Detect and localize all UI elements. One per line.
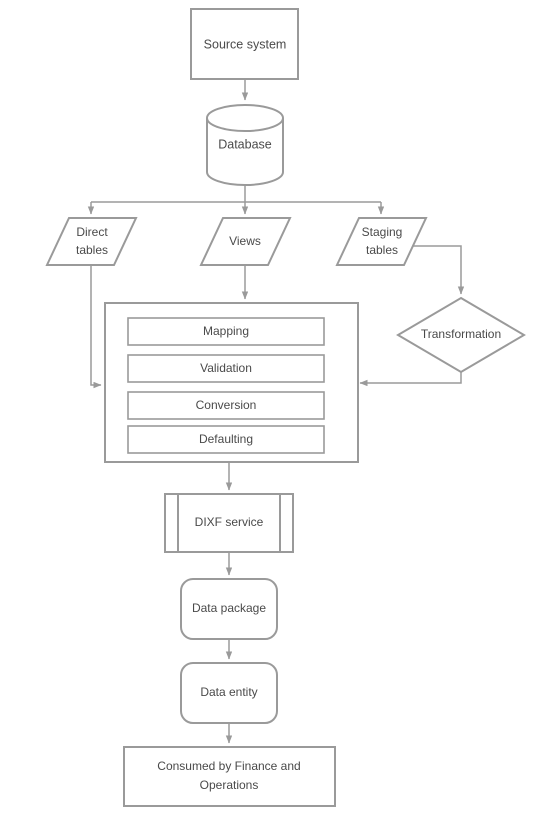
node-transformation[interactable]: Transformation	[396, 296, 526, 374]
process-step-validation[interactable]: Validation	[127, 354, 325, 383]
direct-tables-label-line2: tables	[76, 243, 108, 257]
process-step-conversion[interactable]: Conversion	[127, 391, 325, 420]
node-process-group[interactable]: Mapping Validation Conversion Defaulting	[104, 302, 359, 463]
flowchart-canvas: Source system Database Direct tables Vie…	[45, 8, 526, 807]
source-system-label: Source system	[204, 37, 287, 51]
connector-staging-tables-to-transformation	[412, 245, 465, 295]
node-dixf-service[interactable]: DIXF service	[164, 493, 294, 553]
connector-transformation-to-process	[359, 372, 462, 387]
staging-tables-label-line2: tables	[366, 243, 398, 257]
node-direct-tables[interactable]: Direct tables	[45, 217, 138, 266]
flowchart-diagram: Source system Database Direct tables Vie…	[0, 0, 542, 824]
process-step-defaulting-label: Defaulting	[199, 432, 253, 446]
connector-direct-tables-to-process	[90, 265, 102, 389]
direct-tables-label-line1: Direct	[76, 225, 108, 239]
database-label: Database	[218, 137, 272, 151]
node-data-entity[interactable]: Data entity	[180, 662, 278, 724]
node-source-system[interactable]: Source system	[190, 8, 299, 80]
views-label: Views	[229, 234, 261, 248]
database-cylinder-top	[206, 104, 284, 132]
data-entity-label: Data entity	[200, 685, 257, 699]
consumed-label-line1: Consumed by Finance and	[157, 759, 300, 773]
node-views[interactable]: Views	[199, 217, 292, 266]
transformation-label: Transformation	[421, 327, 501, 341]
process-step-mapping-label: Mapping	[203, 324, 249, 338]
node-data-package[interactable]: Data package	[180, 578, 278, 640]
process-step-defaulting[interactable]: Defaulting	[127, 425, 325, 454]
node-consumed-by-finance-operations[interactable]: Consumed by Finance and Operations	[123, 746, 336, 807]
node-database[interactable]: Database	[206, 104, 284, 186]
consumed-label-line2: Operations	[200, 778, 259, 792]
process-step-conversion-label: Conversion	[196, 398, 257, 412]
data-package-label: Data package	[192, 601, 266, 615]
dixf-service-label: DIXF service	[195, 515, 264, 529]
staging-tables-label-line1: Staging	[362, 225, 403, 239]
consumed-box[interactable]	[123, 746, 336, 807]
node-staging-tables[interactable]: Staging tables	[335, 217, 428, 266]
process-step-mapping[interactable]: Mapping	[127, 317, 325, 346]
process-step-validation-label: Validation	[200, 361, 252, 375]
